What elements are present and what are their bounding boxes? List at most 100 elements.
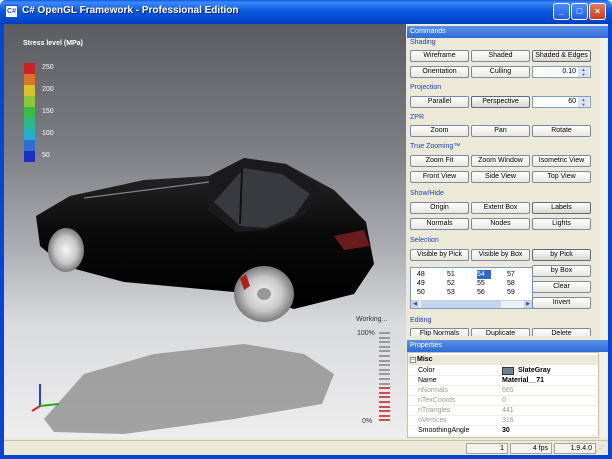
duplicate-button[interactable]: Duplicate <box>471 328 530 336</box>
property-row[interactable]: SmoothingAngle 30 <box>408 426 598 436</box>
car-shadow <box>44 344 334 434</box>
scroll-right-icon[interactable]: ▶ <box>524 301 532 308</box>
close-button[interactable]: × <box>589 3 606 20</box>
visible-by-pick-button[interactable]: Visible by Pick <box>410 249 469 261</box>
meter-segment <box>379 405 390 408</box>
selection-item[interactable]: 51 <box>447 270 461 279</box>
selection-item[interactable]: 55 <box>477 279 491 288</box>
commands-scrollbar[interactable] <box>600 38 608 352</box>
car-model-render <box>31 158 374 434</box>
invert-selection-button[interactable]: Invert <box>532 297 591 309</box>
misc-group-row[interactable]: − Misc <box>408 355 598 365</box>
meter-segment <box>379 419 390 422</box>
shading-title: Shading <box>410 39 436 46</box>
isometric-view-button[interactable]: Isometric View <box>532 155 591 167</box>
parallel-button[interactable]: Parallel <box>410 96 469 108</box>
orientation-button[interactable]: Orientation <box>410 66 469 78</box>
property-name: nTriangles <box>418 407 451 414</box>
selection-item[interactable]: 53 <box>447 288 461 297</box>
wireframe-button[interactable]: Wireframe <box>410 50 469 62</box>
zoom-button[interactable]: Zoom <box>410 125 469 137</box>
side-view-button[interactable]: Side View <box>471 171 530 183</box>
culling-button[interactable]: Culling <box>471 66 530 78</box>
property-name: Name <box>418 377 437 384</box>
selection-item[interactable]: 50 <box>417 288 431 297</box>
lights-button[interactable]: Lights <box>532 218 591 230</box>
meter-segment <box>379 401 390 403</box>
zpr-title: ZPR <box>410 114 424 121</box>
meter-segment <box>379 391 390 394</box>
properties-header[interactable]: Properties <box>407 340 608 352</box>
meter-segment <box>379 364 390 367</box>
nodes-button[interactable]: Nodes <box>471 218 530 230</box>
selection-item[interactable]: 56 <box>477 288 491 297</box>
meter-segment <box>379 396 390 399</box>
editing-title: Editing <box>410 317 432 324</box>
selection-item[interactable]: 49 <box>417 279 431 288</box>
selection-item[interactable]: 52 <box>447 279 461 288</box>
perspective-button[interactable]: Perspective <box>471 96 530 108</box>
select-by-pick-button[interactable]: by Pick <box>532 249 591 261</box>
shading-value-stepper[interactable]: 0.10 ▲ ▼ <box>532 66 591 78</box>
property-row[interactable]: nNormals 665 <box>408 386 598 396</box>
labels-button[interactable]: Labels <box>532 202 591 214</box>
property-row[interactable]: nVertices 316 <box>408 416 598 426</box>
scroll-thumb[interactable] <box>421 301 501 308</box>
meter-segment <box>379 410 390 413</box>
zoom-fit-button[interactable]: Zoom Fit <box>410 155 469 167</box>
property-row[interactable]: nTexCoords 0 <box>408 396 598 406</box>
resize-grip-icon[interactable]: ⋰ <box>596 444 606 454</box>
spin-arrows-icon[interactable]: ▲ ▼ <box>578 67 589 77</box>
selection-hscroll[interactable]: ◀ ▶ <box>411 300 532 308</box>
extent-box-button[interactable]: Extent Box <box>471 202 530 214</box>
window-frame-bottom <box>0 455 612 459</box>
minimize-button[interactable]: _ <box>553 3 570 20</box>
app-icon: C# <box>5 5 18 18</box>
scroll-left-icon[interactable]: ◀ <box>411 301 419 308</box>
pan-button[interactable]: Pan <box>471 125 530 137</box>
status-count: 1 <box>466 443 508 454</box>
title-bar[interactable]: C# C# OpenGL Framework - Professional Ed… <box>0 0 612 24</box>
front-view-button[interactable]: Front View <box>410 171 469 183</box>
maximize-button[interactable]: □ <box>571 3 588 20</box>
delete-button[interactable]: Delete <box>532 328 591 336</box>
status-bar: 1 4 fps 1.9.4.0 ⋰ <box>4 440 608 455</box>
properties-scrollbar[interactable] <box>600 352 608 438</box>
meter-segment <box>379 382 390 385</box>
flip-normals-button[interactable]: Flip Normals <box>410 328 469 336</box>
property-value: Material__71 <box>502 377 545 384</box>
top-view-button[interactable]: Top View <box>532 171 591 183</box>
shaded-button[interactable]: Shaded <box>471 50 530 62</box>
meter-segment <box>379 378 390 380</box>
selection-item[interactable]: 57 <box>507 270 521 279</box>
fov-value: 60 <box>568 98 576 105</box>
collapse-icon[interactable]: − <box>410 357 416 363</box>
property-grid[interactable]: − Misc Color SlateGray Name Material__71 nNo… <box>407 352 599 438</box>
normals-button[interactable]: Normals <box>410 218 469 230</box>
true-zooming-title: True Zooming™ <box>410 143 461 150</box>
rotate-button[interactable]: Rotate <box>532 125 591 137</box>
shaded-edges-button[interactable]: Shaded & Edges <box>532 50 591 62</box>
spin-arrows-icon[interactable]: ▲ ▼ <box>578 97 589 107</box>
selection-item[interactable]: 58 <box>507 279 521 288</box>
visible-by-box-button[interactable]: Visible by Box <box>471 249 530 261</box>
meter-segment <box>379 387 390 390</box>
zoom-window-button[interactable]: Zoom Window <box>471 155 530 167</box>
select-by-box-button[interactable]: by Box <box>532 265 591 277</box>
progress-min-label: 0% <box>362 418 373 425</box>
3d-viewport[interactable]: Stress level (MPa) 250 200 150 100 50 Wo… <box>4 24 406 438</box>
selection-list[interactable]: 48 51 54 57 49 52 55 58 50 53 56 59 ◀ ▶ <box>410 267 533 309</box>
property-row[interactable]: nTriangles 441 <box>408 406 598 416</box>
meter-segment <box>379 332 390 334</box>
property-row[interactable]: Name Material__71 <box>408 376 598 386</box>
selection-item[interactable]: 59 <box>507 288 521 297</box>
shading-value: 0.10 <box>562 68 576 75</box>
selection-item[interactable]: 54 <box>477 270 491 279</box>
origin-button[interactable]: Origin <box>410 202 469 214</box>
clear-selection-button[interactable]: Clear <box>532 281 591 293</box>
selection-item[interactable]: 48 <box>417 270 431 279</box>
fov-stepper[interactable]: 60 ▲ ▼ <box>532 96 591 108</box>
commands-header[interactable]: Commands <box>407 26 608 38</box>
meter-segment <box>379 373 390 376</box>
property-row[interactable]: Color SlateGray <box>408 366 598 376</box>
